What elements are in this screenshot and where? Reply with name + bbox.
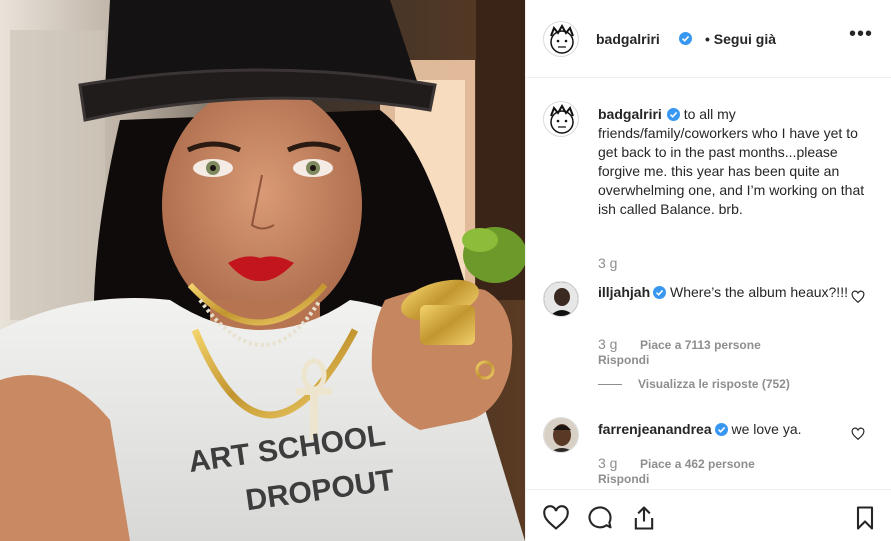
caption-avatar-drawing (550, 103, 574, 134)
verified-badge-icon (666, 108, 680, 121)
commenter-avatar-drawing (544, 418, 578, 452)
caption-time[interactable]: 3 g (598, 255, 617, 271)
comment-body: farrenjeanandrea we love ya. (598, 420, 848, 439)
comment-text: Where’s the album heaux?!!! (670, 284, 848, 300)
caption-text: to all my friends/family/coworkers who I… (598, 106, 865, 217)
comment-like-heart-icon[interactable] (851, 290, 865, 304)
post-side-panel: badgalriri • Segui già ••• badgalriri to… (525, 0, 891, 541)
comment-likes[interactable]: Piace a 462 persone (640, 457, 755, 471)
comment-username[interactable]: farrenjeanandrea (598, 421, 712, 437)
view-replies-label: Visualizza le risposte (752) (638, 377, 790, 391)
more-options-button[interactable]: ••• (848, 24, 874, 49)
comment-like-heart-icon[interactable] (851, 427, 865, 441)
caption-username[interactable]: badgalriri (598, 106, 662, 122)
verified-badge-icon (653, 286, 667, 299)
heart-icon[interactable] (542, 504, 570, 532)
view-replies-button[interactable]: Visualizza le risposte (752) (598, 377, 790, 391)
comment-time[interactable]: 3 g (598, 455, 617, 471)
avatar-drawing (550, 23, 574, 54)
reply-button[interactable]: Rispondi (598, 472, 649, 486)
post-photo-illustration: ART SCHOOL DROPOUT (0, 0, 525, 541)
header-username[interactable]: badgalriri (596, 31, 660, 47)
comment-likes[interactable]: Piace a 7113 persone (640, 338, 761, 352)
caption-avatar[interactable] (543, 101, 579, 137)
comment-time[interactable]: 3 g (598, 336, 617, 352)
comment-icon[interactable] (586, 504, 614, 532)
comment-text: we love ya. (731, 421, 802, 437)
commenter-avatar[interactable] (543, 417, 579, 453)
post-caption: badgalriri to all my friends/family/cowo… (598, 105, 868, 219)
avatar[interactable] (543, 21, 579, 57)
bookmark-icon[interactable] (851, 504, 879, 532)
verified-badge-icon (679, 32, 692, 45)
reply-button[interactable]: Rispondi (598, 353, 649, 367)
commenter-avatar[interactable] (543, 281, 579, 317)
view-replies-line (598, 384, 622, 386)
commenter-avatar-drawing (544, 282, 578, 316)
comment-body: illjahjah Where’s the album heaux?!!! (598, 283, 848, 302)
comment-username[interactable]: illjahjah (598, 284, 650, 300)
follow-status[interactable]: • Segui già (705, 31, 776, 47)
post-photo[interactable]: ART SCHOOL DROPOUT (0, 0, 525, 541)
share-icon[interactable] (630, 504, 658, 532)
post-header: badgalriri • Segui già ••• (526, 0, 891, 78)
verified-badge-icon (714, 423, 728, 436)
post-action-bar (526, 489, 891, 541)
